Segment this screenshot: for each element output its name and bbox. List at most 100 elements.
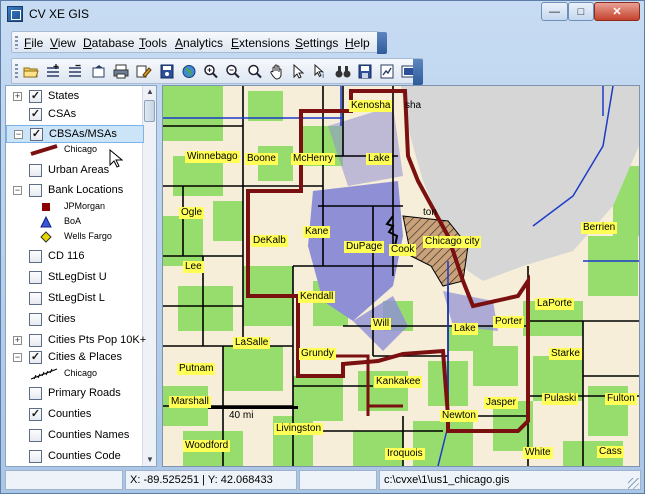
layer-row-states[interactable]: + ✓ States (6, 88, 144, 106)
menu-settings[interactable]: Settings (295, 36, 338, 50)
toolbar-overflow-button[interactable] (413, 59, 423, 85)
legend-label: Chicago (64, 368, 98, 378)
map-canvas[interactable] (163, 86, 639, 466)
legend-places-chicago: Chicago (30, 367, 140, 381)
save-map-icon[interactable] (158, 63, 176, 80)
collapse-icon[interactable]: − (13, 186, 22, 195)
mouse-cursor-icon (109, 149, 123, 168)
layer-row-csas[interactable]: ✓ CSAs (6, 106, 144, 124)
layer-row-cities-places[interactable]: − ✓ Cities & Places (6, 349, 144, 367)
scroll-down-arrow-icon[interactable]: ▼ (145, 455, 155, 465)
tool-bar: i (11, 58, 423, 85)
menu-file[interactable]: File (24, 36, 43, 50)
map-label-county: Lee (183, 261, 204, 273)
layer-checkbox-stlegdist-l[interactable] (29, 292, 42, 305)
legend-label: Chicago (64, 144, 98, 154)
thick-line-legend-icon (30, 144, 58, 156)
map-label-fragment: ton (423, 207, 437, 218)
layer-checkbox-cd116[interactable] (29, 250, 42, 263)
collapse-icon[interactable]: − (13, 353, 22, 362)
identify-icon[interactable]: i (312, 63, 330, 80)
layer-checkbox-cbsas[interactable]: ✓ (30, 128, 43, 141)
layer-row-cities-pts[interactable]: + Cities Pts Pop 10K+ (6, 332, 146, 350)
layer-row-counties-names[interactable]: Counties Names (6, 427, 144, 445)
properties-icon[interactable] (378, 63, 396, 80)
map-label-county: Kane (303, 226, 331, 238)
menu-extensions[interactable]: Extensions (231, 36, 290, 50)
menubar-overflow-button[interactable] (377, 32, 387, 54)
scale-bar-label: 40 mi (229, 410, 254, 421)
layer-checkbox-cities-places[interactable]: ✓ (29, 351, 42, 364)
file-path-readout: c:\cvxe\1\us1_chicago.gis (379, 470, 641, 490)
toolbar-grip[interactable] (15, 64, 18, 79)
layer-list-scrollbar[interactable]: ▲ ▼ (142, 86, 156, 466)
layer-checkbox-cities-pts[interactable] (29, 334, 42, 347)
globe-icon[interactable] (180, 63, 198, 80)
find-binoculars-icon[interactable] (334, 63, 352, 80)
layer-label: Cities & Places (48, 351, 122, 363)
map-label-county: Grundy (299, 348, 336, 360)
svg-text:i: i (322, 71, 324, 80)
layer-checkbox-counties-names[interactable] (29, 429, 42, 442)
layer-checkbox-urban-areas[interactable] (29, 164, 42, 177)
layer-row-cities[interactable]: Cities (6, 311, 144, 329)
layer-row-urban-areas[interactable]: Urban Areas (6, 162, 144, 180)
layer-checkbox-counties-code[interactable] (29, 450, 42, 463)
layer-label: Bank Locations (48, 184, 124, 196)
save-icon[interactable] (356, 63, 374, 80)
remove-layer-icon[interactable] (66, 63, 84, 80)
layer-row-stlegdist-u[interactable]: StLegDist U (6, 269, 144, 287)
layer-checkbox-cities[interactable] (29, 313, 42, 326)
expand-icon[interactable]: + (13, 336, 22, 345)
layer-row-primary-roads[interactable]: Primary Roads (6, 385, 144, 403)
map-label-county: Will (371, 318, 392, 330)
scroll-thumb[interactable] (144, 100, 155, 122)
print-icon[interactable] (112, 63, 130, 80)
layer-label: Primary Roads (48, 387, 121, 399)
maximize-button[interactable]: □ (568, 2, 594, 21)
open-folder-icon[interactable] (22, 63, 40, 80)
export-icon[interactable] (90, 63, 108, 80)
menubar-grip[interactable] (15, 36, 18, 49)
menu-tools[interactable]: Tools (139, 36, 167, 50)
map-view[interactable]: Kenosha sha Winnebago Boone McHenry Lake… (162, 85, 640, 467)
app-window: CV XE GIS — □ ✕ File View Database Tools… (0, 0, 645, 494)
diamond-marker-icon (40, 231, 52, 243)
layer-row-cd116[interactable]: CD 116 (6, 248, 144, 266)
legend-cbsa-chicago: Chicago (30, 143, 140, 157)
menu-database[interactable]: Database (83, 36, 134, 50)
layer-row-bank-locations[interactable]: − Bank Locations (6, 182, 144, 200)
map-label-county: Winnebago (185, 151, 240, 163)
collapse-icon[interactable]: − (14, 130, 23, 139)
close-button[interactable]: ✕ (594, 2, 640, 21)
layer-checkbox-csas[interactable]: ✓ (29, 108, 42, 121)
pan-hand-icon[interactable] (268, 63, 286, 80)
layer-label: Counties Code (48, 450, 121, 462)
layer-label: Counties (48, 408, 92, 420)
scroll-up-arrow-icon[interactable]: ▲ (145, 87, 155, 97)
expand-icon[interactable]: + (13, 92, 22, 101)
menu-analytics[interactable]: Analytics (175, 36, 223, 50)
minimize-button[interactable]: — (541, 2, 568, 21)
zoom-out-icon[interactable] (224, 63, 242, 80)
layer-checkbox-states[interactable]: ✓ (29, 90, 42, 103)
zoom-in-icon[interactable] (202, 63, 220, 80)
layer-checkbox-primary-roads[interactable] (29, 387, 42, 400)
layer-list-panel: ▲ ▼ + ✓ States ✓ CSAs − ✓ CBSAs/MSAs Chi… (5, 85, 157, 467)
layer-checkbox-bank-locations[interactable] (29, 184, 42, 197)
edit-icon[interactable] (134, 63, 152, 80)
layer-checkbox-stlegdist-u[interactable] (29, 271, 42, 284)
select-arrow-icon[interactable] (290, 63, 308, 80)
menu-help[interactable]: Help (345, 36, 370, 50)
layer-checkbox-counties[interactable]: ✓ (29, 408, 42, 421)
zoom-box-icon[interactable] (246, 63, 264, 80)
menu-view[interactable]: View (50, 36, 76, 50)
layer-row-cbsas[interactable]: − ✓ CBSAs/MSAs (6, 125, 144, 143)
add-layer-icon[interactable] (44, 63, 62, 80)
layer-row-counties-code[interactable]: Counties Code (6, 448, 144, 466)
resize-grip-icon[interactable] (628, 478, 639, 489)
layer-row-counties[interactable]: ✓ Counties (6, 406, 144, 424)
legend-jpmorgan: JPMorgan (30, 200, 140, 214)
layer-row-stlegdist-l[interactable]: StLegDist L (6, 290, 144, 308)
map-label-county: Ogle (179, 207, 205, 219)
